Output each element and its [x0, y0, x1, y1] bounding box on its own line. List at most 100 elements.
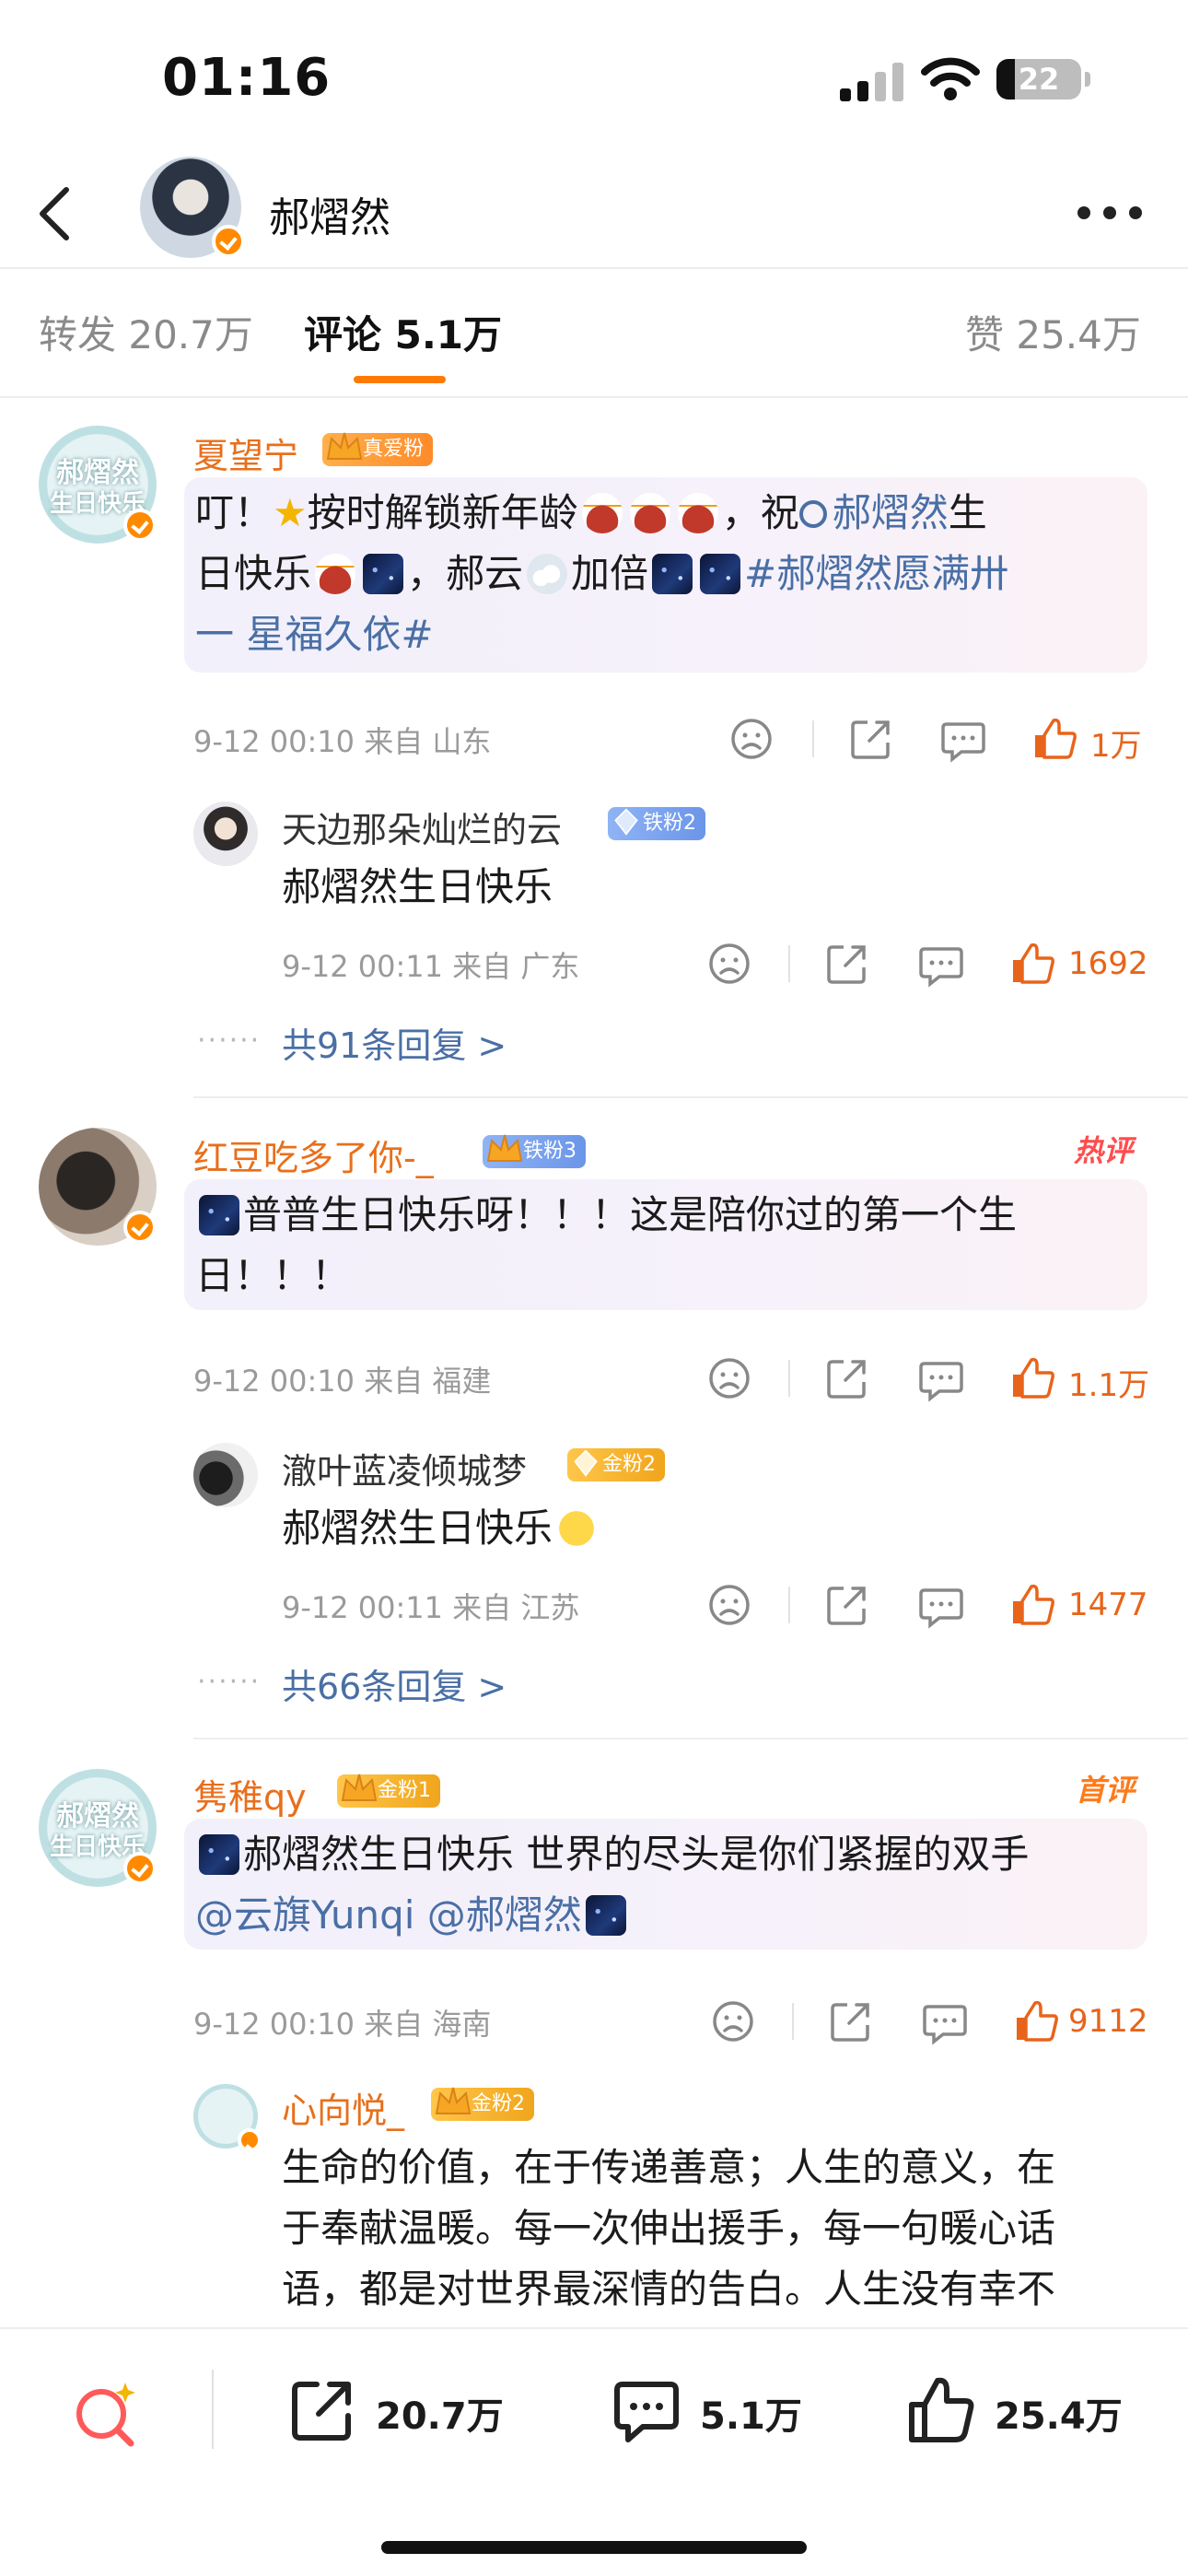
- back-button[interactable]: [20, 177, 94, 251]
- crown-icon: [341, 1774, 378, 1801]
- more-replies-link[interactable]: 共66条回复 >: [282, 1658, 507, 1709]
- author-avatar[interactable]: [140, 157, 245, 258]
- commenter-avatar[interactable]: 郝熠然 生日快乐: [39, 1769, 157, 1887]
- tab-likes[interactable]: 赞 25.4万: [965, 304, 1141, 360]
- sad-face-icon[interactable]: [705, 1354, 753, 1402]
- galaxy-emoji-icon: [199, 1195, 239, 1235]
- fan-badge-label: 铁粉3: [523, 1140, 577, 1163]
- tab-reposts[interactable]: 转发 20.7万: [39, 304, 253, 360]
- sad-face-icon[interactable]: [728, 715, 775, 763]
- more-dots-icon: [1077, 206, 1090, 219]
- topic-link-label: 郝熠然: [832, 490, 949, 535]
- reply-avatar[interactable]: [193, 1443, 258, 1507]
- more-options-button[interactable]: [1077, 192, 1151, 228]
- comment-author[interactable]: 夏望宁: [193, 427, 298, 478]
- search-sparkle-icon[interactable]: [70, 2377, 144, 2451]
- reply-avatar[interactable]: [193, 2084, 262, 2152]
- comment-bubble-icon[interactable]: [917, 1581, 965, 1629]
- comment-bubble-icon[interactable]: [917, 940, 965, 988]
- share-icon[interactable]: [827, 1997, 875, 2045]
- thumbs-up-icon[interactable]: [1013, 1997, 1061, 2045]
- topic-link[interactable]: 郝熠然: [798, 490, 949, 535]
- wifi-icon: [921, 57, 980, 100]
- fan-badge[interactable]: 金粉2: [431, 2087, 534, 2121]
- cloud-emoji-icon: [527, 554, 568, 594]
- reply-avatar[interactable]: [193, 802, 258, 866]
- comment-bubble-icon[interactable]: [939, 715, 987, 763]
- fan-badge[interactable]: 金粉1: [337, 1774, 440, 1808]
- galaxy-emoji-icon: [199, 1834, 239, 1875]
- comment-bubble-icon[interactable]: [921, 1997, 969, 2045]
- commenter-avatar[interactable]: 郝熠然 生日快乐: [39, 426, 157, 544]
- commenter-avatar[interactable]: [39, 1128, 157, 1246]
- crown-icon: [486, 1134, 523, 1162]
- verified-badge-icon: [123, 1852, 157, 1885]
- fan-badge[interactable]: 真爱粉: [322, 432, 434, 466]
- repost-button[interactable]: 20.7万: [285, 2373, 525, 2447]
- reply-text: 郝熠然生日快乐: [282, 864, 553, 909]
- like-count-total: 25.4万: [995, 2395, 1123, 2438]
- action-separator: [788, 945, 790, 982]
- hashtag-link[interactable]: #郝熠然愿满卅: [744, 551, 1008, 596]
- comment-bubble-icon: [614, 2382, 679, 2442]
- thumbs-up-icon[interactable]: [1009, 1354, 1057, 1402]
- more-dot: [1129, 206, 1142, 219]
- hashtag-link[interactable]: 一 星福久依#: [195, 612, 434, 657]
- like-count: 1477: [1068, 1587, 1148, 1623]
- like-count: 1692: [1068, 945, 1148, 982]
- comment-button[interactable]: 5.1万: [610, 2373, 831, 2447]
- home-indicator: [381, 2541, 807, 2554]
- fan-badge[interactable]: 金粉2: [567, 1448, 665, 1481]
- more-replies-link[interactable]: 共91条回复 >: [282, 1017, 507, 1068]
- galaxy-emoji-icon: [652, 554, 693, 594]
- comment-divider: [193, 1096, 1188, 1098]
- text-segment: 叮！: [195, 490, 274, 535]
- action-separator: [788, 1360, 790, 1397]
- sad-face-icon[interactable]: [705, 1581, 753, 1629]
- star-emoji-icon: ★: [273, 490, 308, 535]
- reply-author[interactable]: 心向悦_: [282, 2082, 404, 2133]
- fan-badge-label: 铁粉2: [643, 812, 696, 835]
- share-icon[interactable]: [823, 940, 871, 988]
- share-icon[interactable]: [823, 1354, 871, 1402]
- sad-face-icon[interactable]: [709, 1997, 757, 2045]
- reply-author[interactable]: 澈叶蓝凌倾城梦: [282, 1443, 527, 1493]
- reply-actions: 1477: [705, 1581, 1148, 1636]
- comment-count: 5.1万: [700, 2395, 802, 2438]
- like-count: 1.1万: [1068, 1367, 1150, 1404]
- text-segment: 于奉献温暖。每一次伸出援手，每一句暖心话: [282, 2206, 1056, 2251]
- thumbs-up-icon[interactable]: [1031, 715, 1079, 763]
- text-segment: ，祝: [721, 490, 799, 535]
- post-tabs: 转发 20.7万 评论 5.1万 赞 25.4万: [0, 269, 1188, 389]
- comment-author[interactable]: 隽稚qy: [193, 1769, 307, 1820]
- share-icon[interactable]: [847, 715, 895, 763]
- status-bar: 01:16 22: [0, 0, 1188, 157]
- mention-links[interactable]: @云旗Yunqi @郝熠然: [195, 1892, 582, 1938]
- active-tab-indicator: [354, 376, 446, 383]
- reply-meta: 9-12 00:11 来自 广东: [282, 949, 580, 984]
- reply-author[interactable]: 天边那朵灿烂的云: [282, 802, 562, 852]
- comment-bubble-icon[interactable]: [917, 1354, 965, 1402]
- fan-badge[interactable]: 铁粉3: [483, 1134, 586, 1168]
- diamond-icon: [614, 808, 638, 836]
- author-name[interactable]: 郝熠然: [269, 184, 390, 243]
- crown-icon: [435, 2087, 472, 2114]
- battery-icon: 22: [996, 59, 1081, 100]
- fan-badge[interactable]: 铁粉2: [608, 807, 705, 840]
- sad-face-icon[interactable]: [705, 940, 753, 988]
- comment-meta: 9-12 00:10 来自 山东: [193, 724, 492, 759]
- comment-author[interactable]: 红豆吃多了你-_: [193, 1130, 434, 1180]
- text-segment: 郝熠然生日快乐 世界的尽头是你们紧握的双手: [243, 1832, 1030, 1877]
- tab-comments[interactable]: 评论 5.1万: [304, 304, 502, 360]
- crown-icon: [326, 432, 363, 460]
- like-button[interactable]: 25.4万: [904, 2373, 1153, 2447]
- thumbs-up-icon[interactable]: [1009, 940, 1057, 988]
- comment-meta: 9-12 00:10 来自 海南: [193, 2007, 492, 2042]
- comment-text: 郝熠然生日快乐 世界的尽头是你们紧握的双手 @云旗Yunqi @郝熠然: [195, 1824, 1144, 1946]
- first-comment-tag: 首评: [1076, 1773, 1136, 1808]
- reply-text: 郝熠然生日快乐: [282, 1498, 600, 1559]
- share-icon[interactable]: [823, 1581, 871, 1629]
- thumbs-up-icon[interactable]: [1009, 1581, 1057, 1629]
- battery-percent: 22: [1018, 62, 1060, 97]
- hot-comment-tag: 热评: [1074, 1133, 1134, 1168]
